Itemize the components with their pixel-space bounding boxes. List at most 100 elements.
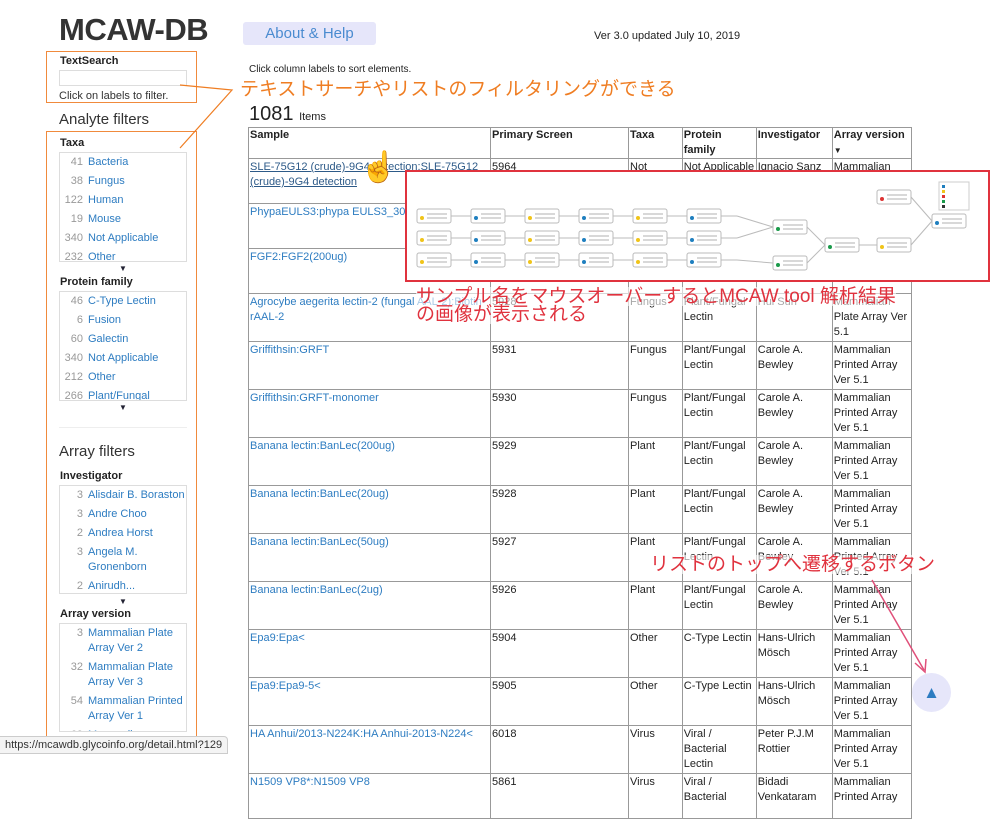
items-label: Items (299, 111, 326, 123)
protein-family-filter-list[interactable]: 46 C-Type Lectin 6 Fusion 60 Galectin 340 Not A… (59, 291, 187, 401)
filter-label[interactable]: Galectin (88, 332, 128, 347)
investigator-filter-list[interactable]: 3 Alisdair B. Boraston 3 Andre Choo 2 Andrea … (59, 485, 187, 594)
table-cell: Carole A. Bewley (755, 485, 833, 534)
cell-text: Carole A. Bewley (757, 344, 803, 371)
filter-label[interactable]: Angela M. Gronenborn (88, 545, 186, 575)
array-version-filter-list[interactable]: 3 Mammalian Plate Array Ver 2 32 Mammalian … (59, 623, 187, 732)
filter-item[interactable]: 19 Mouse (60, 210, 186, 229)
tree-node (824, 237, 860, 253)
filter-item[interactable]: 122 Human (60, 191, 186, 210)
filter-label[interactable]: Andrea Horst (88, 526, 153, 541)
filter-item[interactable]: 3 Angela M. Gronenborn (60, 543, 186, 577)
table-cell: Mammalian Printed Array Ver 5.1 (831, 581, 912, 630)
sample-link[interactable]: HA Anhui/2013-N224K:HA Anhui-2013-N224< (250, 728, 473, 740)
filter-item[interactable]: 340 Not Applicable (60, 229, 186, 248)
filter-item[interactable]: 340 Not Applicable (60, 349, 186, 368)
sample-link[interactable]: Epa9:Epa9-5< (250, 680, 321, 692)
sample-link[interactable]: PhypaEULS3:phypa EULS3_300 (250, 206, 411, 218)
filter-count: 38 (70, 175, 83, 187)
sample-link[interactable]: N1509 VP8*:N1509 VP8 (250, 776, 370, 788)
filter-item[interactable]: 266 Plant/Fungal (60, 387, 186, 401)
filter-item[interactable]: 69 Mammalian (60, 726, 186, 731)
tree-edge (910, 220, 933, 246)
table-cell: N1509 VP8*:N1509 VP8 (248, 773, 491, 819)
table-cell: 5905 (490, 677, 629, 726)
filter-label[interactable]: Fusion (88, 313, 121, 328)
filter-label[interactable]: Mammalian (88, 728, 145, 731)
filter-item[interactable]: 60 Galectin (60, 330, 186, 349)
filter-label[interactable]: Plant/Fungal (88, 389, 150, 400)
table-row: Banana lectin:BanLec(200ug) 5929 Plant Plan… (248, 437, 912, 486)
filter-label[interactable]: Mammalian Printed Array Ver 1 (88, 694, 186, 724)
array-filters-heading: Array filters (59, 443, 135, 460)
filter-label[interactable]: C-Type Lectin (88, 294, 156, 309)
cell-text: Virus (630, 776, 655, 788)
expand-investigator-icon[interactable]: ▼ (119, 597, 127, 606)
filter-label[interactable]: Mouse (88, 212, 121, 227)
expand-taxa-icon[interactable]: ▼ (119, 264, 127, 273)
filter-item[interactable]: 3 Mammalian Plate Array Ver 2 (60, 624, 186, 658)
filter-label[interactable]: Other (88, 250, 116, 261)
filter-item[interactable]: 41 Bacteria (60, 153, 186, 172)
expand-protein-icon[interactable]: ▼ (119, 403, 127, 412)
sample-link[interactable]: Banana lectin:BanLec(2ug) (250, 584, 383, 596)
filter-item[interactable]: 3 Alisdair B. Boraston (60, 486, 186, 505)
sample-link[interactable]: Griffithsin:GRFT (250, 344, 329, 356)
cell-text: Carole A. Bewley (757, 392, 803, 419)
filter-item[interactable]: 38 Fungus (60, 172, 186, 191)
filter-label[interactable]: Other (88, 370, 116, 385)
sample-link[interactable]: Banana lectin:BanLec(200ug) (250, 440, 395, 452)
tree-node (686, 252, 722, 268)
table-cell: Mammalian Printed Array (831, 773, 912, 819)
table-cell: Plant/Fungal Lectin (681, 389, 757, 438)
sample-link[interactable]: Banana lectin:BanLec(50ug) (250, 536, 389, 548)
filter-label[interactable]: Human (88, 193, 123, 208)
filter-item[interactable]: 3 Andre Choo (60, 505, 186, 524)
sample-link[interactable]: Banana lectin:BanLec(20ug) (250, 488, 389, 500)
sample-link[interactable]: Griffithsin:GRFT-monomer (250, 392, 379, 404)
column-header-label: Primary Screen (492, 129, 573, 141)
filter-item[interactable]: 6 Fusion (60, 311, 186, 330)
search-input[interactable] (59, 70, 187, 86)
table-cell: Mammalian Printed Array Ver 5.1 (831, 629, 912, 678)
column-header-label: Array version (833, 129, 905, 141)
filter-label[interactable]: Not Applicable (88, 231, 158, 246)
filter-count: 122 (64, 194, 83, 206)
table-cell: Mammalian Printed Array Ver 5.1 (831, 341, 912, 390)
legend-swatch (942, 190, 945, 193)
table-cell: Griffithsin:GRFT (248, 341, 491, 390)
column-header-label: Protein family (683, 129, 722, 156)
table-cell: Carole A. Bewley (755, 389, 833, 438)
taxa-filter-list[interactable]: 41 Bacteria 38 Fungus 122 Human 19 Mouse 340 Not … (59, 152, 187, 262)
filter-label[interactable]: Bacteria (88, 155, 128, 170)
filter-item[interactable]: 54 Mammalian Printed Array Ver 1 (60, 692, 186, 726)
filter-item[interactable]: 2 Andrea Horst (60, 524, 186, 543)
table-cell: C-Type Lectin (681, 677, 757, 726)
filter-item[interactable]: 2 Anirudh... (60, 577, 186, 593)
filter-item[interactable]: 46 C-Type Lectin (60, 292, 186, 311)
column-header[interactable]: Primary Screen (490, 127, 629, 159)
column-header[interactable]: Taxa (628, 127, 683, 159)
about-help-button[interactable]: About & Help (243, 22, 376, 45)
sample-link[interactable]: Epa9:Epa< (250, 632, 305, 644)
filter-label[interactable]: Fungus (88, 174, 125, 189)
back-to-top-button[interactable]: ▲ (912, 673, 951, 712)
filter-label[interactable]: Andre Choo (88, 507, 147, 522)
item-count-number: 1081 (249, 103, 294, 125)
filter-count: 266 (64, 390, 83, 401)
sample-link[interactable]: FGF2:FGF2(200ug) (250, 251, 347, 263)
filter-label[interactable]: Mammalian Plate Array Ver 3 (88, 660, 186, 690)
filter-label[interactable]: Mammalian Plate Array Ver 2 (88, 626, 186, 656)
column-header[interactable]: Protein family (681, 127, 757, 159)
filter-item[interactable]: 232 Other (60, 248, 186, 261)
table-cell: Banana lectin:BanLec(200ug) (248, 437, 491, 486)
tree-node-marker (528, 260, 532, 264)
table-cell: Plant/Fungal Lectin (681, 581, 757, 630)
filter-item[interactable]: 32 Mammalian Plate Array Ver 3 (60, 658, 186, 692)
column-header[interactable]: Investigator (755, 127, 833, 159)
filter-label[interactable]: Not Applicable (88, 351, 158, 366)
filter-label[interactable]: Anirudh... (88, 579, 135, 593)
filter-item[interactable]: 212 Other (60, 368, 186, 387)
column-header[interactable]: Array version ▼ (831, 127, 912, 159)
filter-label[interactable]: Alisdair B. Boraston (88, 488, 185, 503)
